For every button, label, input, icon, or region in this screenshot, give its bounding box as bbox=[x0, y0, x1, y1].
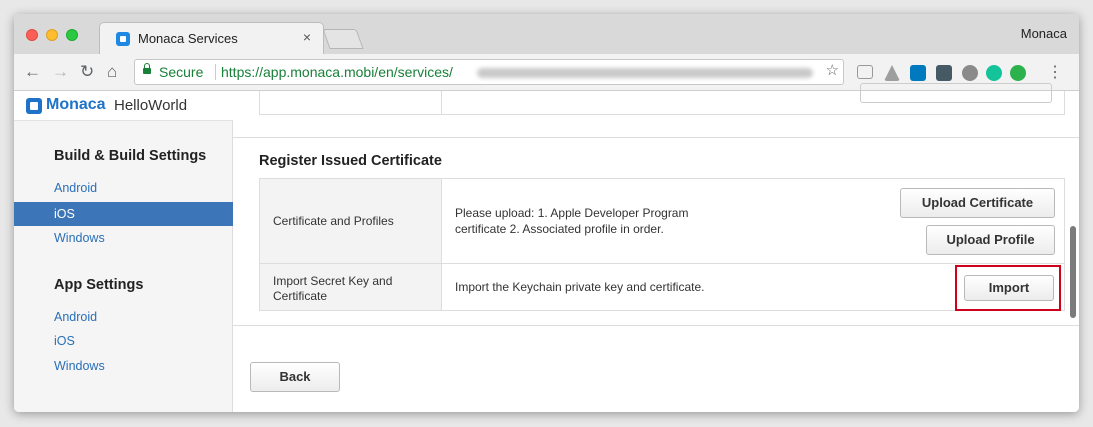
previous-table-fragment bbox=[259, 83, 1065, 115]
minimize-window-button[interactable] bbox=[46, 29, 58, 41]
row-label-line: Import Secret Key and bbox=[273, 274, 393, 288]
omnibox-separator bbox=[215, 64, 216, 80]
address-bar[interactable]: Secure https://app.monaca.mobi/en/servic… bbox=[134, 59, 844, 85]
footer-divider bbox=[233, 325, 1079, 326]
import-description: Import the Keychain private key and cert… bbox=[455, 280, 705, 294]
browser-menu-icon[interactable]: ⋮ bbox=[1047, 62, 1063, 82]
certificate-table: Certificate and Profiles Please upload: … bbox=[259, 178, 1065, 311]
description-line: certificate 2. Associated profile in ord… bbox=[455, 222, 664, 236]
secure-label: Secure bbox=[159, 64, 204, 80]
extension-icon[interactable] bbox=[857, 65, 873, 79]
app-settings-section-title: App Settings bbox=[54, 277, 144, 293]
title-bar: Monaca Services × Monaca bbox=[14, 14, 1079, 54]
message-extension-icon[interactable] bbox=[1010, 65, 1026, 81]
drive-extension-icon[interactable] bbox=[884, 65, 900, 81]
sidebar-item-app-windows[interactable]: Windows bbox=[14, 354, 233, 378]
new-tab-button[interactable] bbox=[322, 29, 364, 49]
sidebar: Monaca HelloWorld Build & Build Settings… bbox=[14, 91, 233, 412]
url-text: https://app.monaca.mobi/en/services/ bbox=[221, 64, 453, 80]
reload-icon[interactable]: ↻ bbox=[80, 62, 94, 82]
browser-tab[interactable]: Monaca Services × bbox=[99, 22, 324, 54]
app-name: HelloWorld bbox=[114, 97, 188, 114]
scroll-thumb[interactable] bbox=[1070, 226, 1076, 318]
sidebar-item-app-android[interactable]: Android bbox=[14, 305, 233, 329]
screen-extension-icon[interactable] bbox=[936, 65, 952, 81]
lock-icon bbox=[143, 63, 151, 74]
upload-profile-button[interactable]: Upload Profile bbox=[926, 225, 1055, 255]
sidebar-item-build-windows[interactable]: Windows bbox=[14, 226, 233, 250]
main-panel: Register Issued Certificate Certificate … bbox=[233, 83, 1079, 412]
cut-off-button[interactable] bbox=[860, 83, 1052, 103]
sidebar-item-build-android[interactable]: Android bbox=[14, 176, 233, 200]
zoom-window-button[interactable] bbox=[66, 29, 78, 41]
row-label: Certificate and Profiles bbox=[273, 214, 394, 228]
import-secret-key-label: Import Secret Key and Certificate bbox=[260, 264, 442, 310]
blurred-url-segment bbox=[477, 68, 813, 78]
table-column-divider bbox=[441, 91, 442, 114]
monaca-logo-icon bbox=[26, 98, 42, 114]
tab-title: Monaca Services bbox=[138, 31, 238, 46]
upload-certificate-button[interactable]: Upload Certificate bbox=[900, 188, 1055, 218]
register-certificate-heading: Register Issued Certificate bbox=[259, 153, 442, 169]
forward-arrow-icon[interactable]: → bbox=[52, 62, 69, 82]
import-button-highlight bbox=[955, 265, 1061, 311]
browser-window: Monaca Services × Monaca ← → ↻ ⌂ Secure … bbox=[14, 14, 1079, 412]
page-content: Monaca HelloWorld Build & Build Settings… bbox=[14, 83, 1079, 412]
chat-extension-icon[interactable] bbox=[962, 65, 978, 81]
home-icon[interactable]: ⌂ bbox=[107, 62, 117, 82]
bookmark-star-icon[interactable]: ☆ bbox=[826, 61, 839, 79]
tab-close-icon[interactable]: × bbox=[303, 29, 311, 45]
sidebar-item-app-ios[interactable]: iOS bbox=[14, 329, 233, 353]
back-button[interactable]: Back bbox=[250, 362, 340, 392]
brand-header: Monaca HelloWorld bbox=[14, 91, 233, 121]
row-label-line: Certificate bbox=[273, 289, 328, 303]
close-window-button[interactable] bbox=[26, 29, 38, 41]
profile-name[interactable]: Monaca bbox=[1021, 26, 1067, 41]
monaca-favicon-icon bbox=[116, 32, 130, 46]
scrollbar[interactable] bbox=[1067, 91, 1079, 412]
section-divider bbox=[233, 137, 1079, 138]
sidebar-item-build-ios[interactable]: iOS bbox=[14, 202, 233, 226]
certificate-profiles-label: Certificate and Profiles bbox=[260, 179, 442, 263]
description-line: Please upload: 1. Apple Developer Progra… bbox=[455, 206, 689, 220]
build-settings-section-title: Build & Build Settings bbox=[54, 148, 207, 164]
grammarly-extension-icon[interactable] bbox=[986, 65, 1002, 81]
trello-extension-icon[interactable] bbox=[910, 65, 926, 81]
certificate-profiles-description: Please upload: 1. Apple Developer Progra… bbox=[455, 205, 688, 237]
back-arrow-icon[interactable]: ← bbox=[24, 62, 41, 82]
brand-name[interactable]: Monaca bbox=[46, 96, 106, 114]
